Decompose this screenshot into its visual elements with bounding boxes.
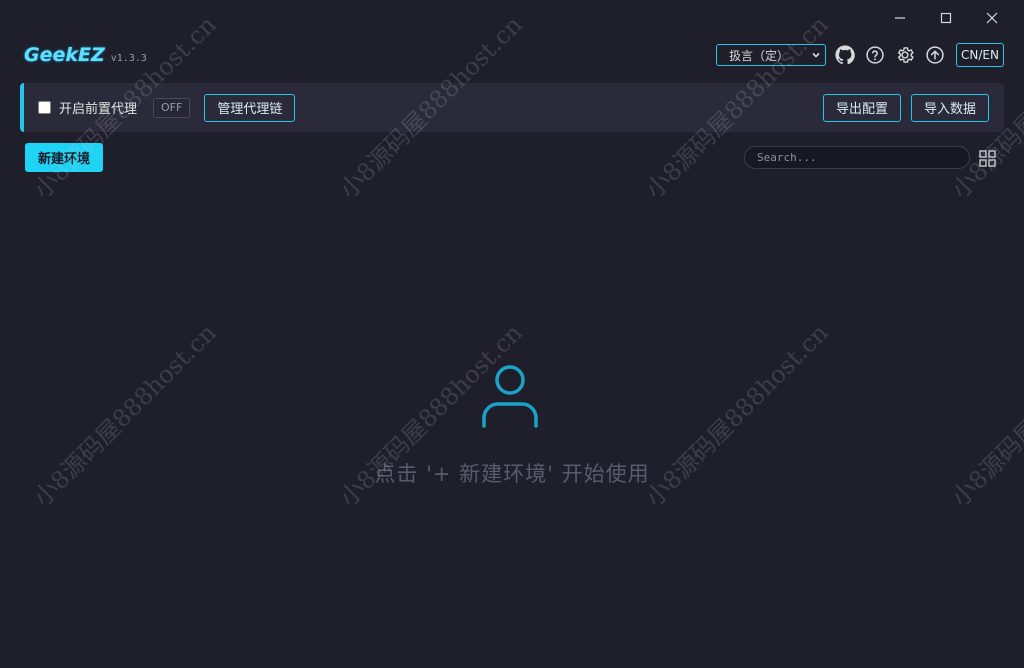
front-proxy-checkbox[interactable] xyxy=(38,101,51,114)
app-window: GeekEZ v1.3.3 扱言（定） CN/EN 开启前置代理 OFF 管理代… xyxy=(0,0,1024,668)
user-icon xyxy=(482,365,538,428)
header: GeekEZ v1.3.3 扱言（定） CN/EN xyxy=(24,40,1004,70)
language-select-value: 扱言（定） xyxy=(729,48,790,63)
window-controls xyxy=(878,6,1014,30)
language-toggle-button[interactable]: CN/EN xyxy=(956,43,1004,67)
front-proxy-label: 开启前置代理 xyxy=(59,102,138,117)
maximize-icon xyxy=(940,12,952,24)
gear-icon xyxy=(897,47,914,63)
header-actions: 扱言（定） CN/EN xyxy=(716,43,1004,67)
empty-state-message: 点击 '+ 新建环境' 开始使用 xyxy=(374,462,650,486)
minimize-button[interactable] xyxy=(878,6,922,30)
export-config-button[interactable]: 导出配置 xyxy=(822,93,901,122)
manage-proxy-chain-button[interactable]: 管理代理链 xyxy=(204,93,296,122)
logo-text: GeekEZ xyxy=(24,44,105,66)
settings-button[interactable] xyxy=(894,44,916,66)
update-button[interactable] xyxy=(924,44,946,66)
import-data-button[interactable]: 导入数据 xyxy=(910,93,989,122)
help-icon xyxy=(866,46,884,64)
grid-view-icon xyxy=(978,149,996,167)
maximize-button[interactable] xyxy=(924,6,968,30)
github-button[interactable] xyxy=(834,44,856,66)
minimize-icon xyxy=(895,17,905,19)
app-version: v1.3.3 xyxy=(110,53,147,64)
chevron-down-icon xyxy=(812,52,820,58)
search-input[interactable] xyxy=(744,146,970,169)
close-icon xyxy=(986,12,998,24)
close-button[interactable] xyxy=(970,6,1014,30)
proxy-bar: 开启前置代理 OFF 管理代理链 导出配置 导入数据 xyxy=(20,83,1004,132)
proxy-status-badge: OFF xyxy=(153,97,191,118)
proxy-bar-left: 开启前置代理 OFF 管理代理链 xyxy=(38,93,296,122)
github-icon xyxy=(835,45,855,65)
view-toggle-button[interactable] xyxy=(977,148,997,168)
arrow-up-circle-icon xyxy=(926,46,944,64)
new-environment-button[interactable]: 新建环境 xyxy=(25,143,103,172)
help-button[interactable] xyxy=(864,44,886,66)
logo: GeekEZ v1.3.3 xyxy=(24,44,147,66)
proxy-bar-right: 导出配置 导入数据 xyxy=(822,93,989,122)
language-select[interactable]: 扱言（定） xyxy=(716,44,827,66)
